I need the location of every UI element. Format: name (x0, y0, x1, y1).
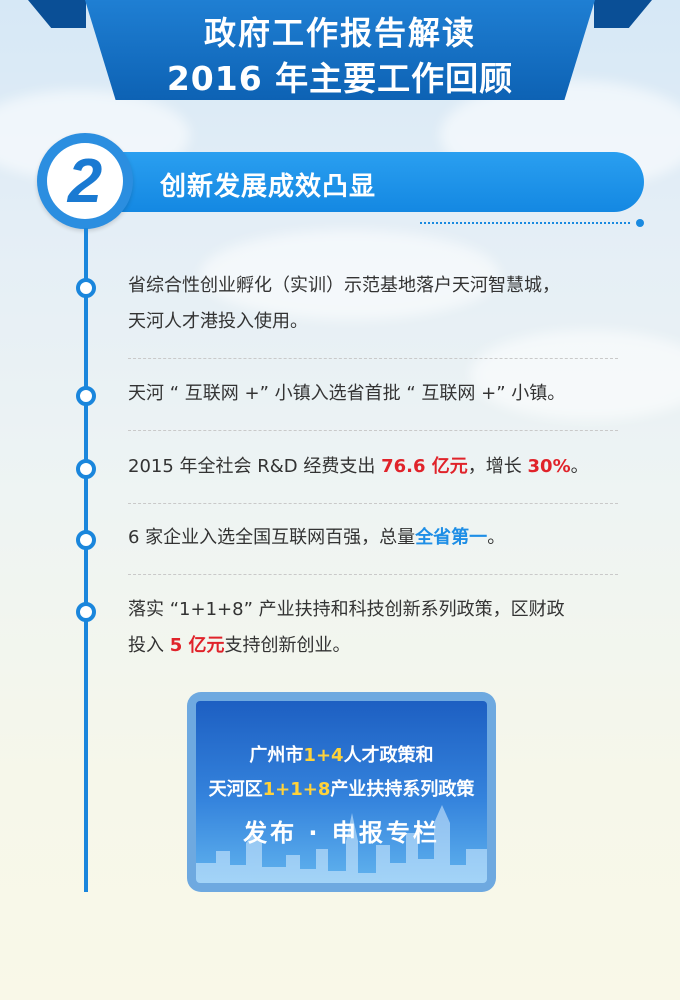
list-item-line: 省综合性创业孵化（实训）示范基地落户天河智慧城， (128, 275, 560, 296)
promo-title: 发布 · 申报专栏 (243, 819, 440, 847)
highlight-amount: 76.6 亿元 (381, 456, 468, 477)
timeline-node (76, 278, 96, 298)
section-divider-dot (636, 219, 644, 227)
header-ribbon-left (28, 0, 86, 28)
section-number: 2 (47, 143, 123, 219)
list-item: 6 家企业入选全国互联网百强，总量全省第一。 (128, 520, 618, 556)
list-item: 省综合性创业孵化（实训）示范基地落户天河智慧城， 天河人才港投入使用。 (128, 268, 618, 340)
list-item-text: 。 (487, 527, 506, 548)
list-separator (128, 358, 618, 359)
promo-line-2: 天河区1+1+8产业扶持系列政策 (196, 775, 487, 801)
section-title: 创新发展成效凸显 (160, 172, 377, 202)
highlight-rank: 全省第一 (415, 527, 488, 548)
promo-highlight: 1+4 (303, 745, 344, 766)
list-separator (128, 503, 618, 504)
promo-text: 广州市 (249, 745, 304, 766)
list-item: 天河 “ 互联网 +” 小镇入选省首批 “ 互联网 +” 小镇。 (128, 376, 618, 412)
section-divider-dotted (420, 222, 630, 224)
list-item: 落实 “1+1+8” 产业扶持和科技创新系列政策，区财政 投入 5 亿元支持创新… (128, 592, 618, 664)
promo-line-1: 广州市1+4人才政策和 (196, 741, 487, 767)
header-ribbon-right (594, 0, 652, 28)
list-item-text: 支持创新创业。 (224, 635, 351, 656)
list-item-text: 6 家企业入选全国互联网百强，总量 (128, 527, 416, 548)
timeline-node (76, 386, 96, 406)
list-item-text: ，增长 (467, 456, 528, 477)
promo-text: 天河区 (208, 779, 263, 800)
list-separator (128, 574, 618, 575)
list-item: 2015 年全社会 R&D 经费支出 76.6 亿元，增长 30%。 (128, 449, 618, 485)
list-item-line: 天河人才港投入使用。 (128, 311, 308, 332)
header-subtitle: 2016 年主要工作回顾 (166, 59, 514, 98)
promo-banner[interactable]: 广州市1+4人才政策和 天河区1+1+8产业扶持系列政策 发布 · 申报专栏 (196, 701, 487, 883)
list-item-text: 2015 年全社会 R&D 经费支出 (128, 456, 382, 477)
timeline-node (76, 459, 96, 479)
promo-text: 产业扶持系列政策 (330, 779, 475, 800)
list-item-line: 落实 “1+1+8” 产业扶持和科技创新系列政策，区财政 (128, 599, 565, 620)
timeline-node (76, 602, 96, 622)
timeline-line (84, 228, 88, 892)
highlight-amount: 5 亿元 (169, 635, 225, 656)
timeline-node (76, 530, 96, 550)
list-separator (128, 430, 618, 431)
list-item-text: 天河 “ 互联网 +” 小镇入选省首批 “ 互联网 +” 小镇。 (128, 383, 566, 404)
promo-highlight: 1+1+8 (262, 779, 331, 800)
list-item-text: 。 (570, 456, 589, 477)
list-item-line: 投入 5 亿元支持创新创业。 (128, 628, 618, 664)
list-item-text: 投入 (128, 635, 170, 656)
header-title: 政府工作报告解读 (203, 14, 476, 52)
promo-text: 人才政策和 (343, 745, 434, 766)
highlight-percent: 30% (527, 456, 571, 477)
